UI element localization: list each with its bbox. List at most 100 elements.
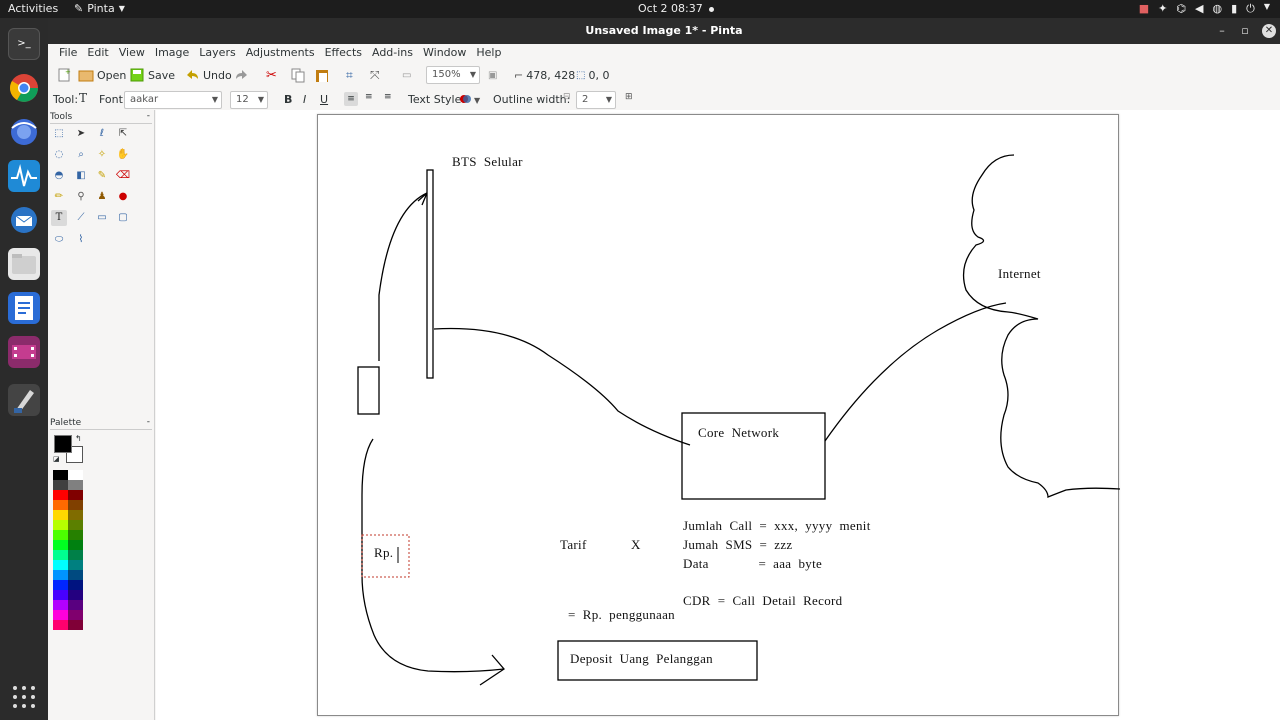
palette-swatch[interactable] bbox=[53, 500, 68, 510]
text-style-select[interactable]: ▼ bbox=[459, 93, 483, 108]
palette-swatch[interactable] bbox=[53, 480, 68, 490]
swap-colors-icon[interactable]: ↰ bbox=[75, 434, 82, 443]
pan-icon[interactable]: ✋ bbox=[115, 147, 131, 163]
palette-swatch[interactable] bbox=[53, 560, 68, 570]
underline-button[interactable]: U bbox=[320, 93, 328, 106]
show-applications-icon[interactable] bbox=[13, 686, 35, 708]
minimize-panel-icon[interactable]: - bbox=[147, 111, 150, 121]
rectangle-icon[interactable]: ▭ bbox=[94, 210, 110, 226]
menu-file[interactable]: File bbox=[54, 44, 82, 62]
palette-swatch[interactable] bbox=[68, 580, 83, 590]
new-button[interactable]: + bbox=[56, 67, 72, 83]
eraser-icon[interactable]: ⌫ bbox=[115, 168, 131, 184]
palette-swatch[interactable] bbox=[68, 620, 83, 630]
palette-swatch[interactable] bbox=[53, 540, 68, 550]
paint-bucket-icon[interactable]: ◓ bbox=[51, 168, 67, 184]
palette-swatch[interactable] bbox=[53, 530, 68, 540]
palette-swatch[interactable] bbox=[68, 470, 83, 480]
menu-effects[interactable]: Effects bbox=[320, 44, 367, 62]
freeform-shape-icon[interactable]: ⌇ bbox=[73, 232, 89, 248]
palette-swatch[interactable] bbox=[68, 560, 83, 570]
menu-image[interactable]: Image bbox=[150, 44, 194, 62]
paintbrush-icon[interactable]: ✎ bbox=[94, 168, 110, 184]
palette-swatch[interactable] bbox=[68, 490, 83, 500]
rectangle-select-icon[interactable]: ⬚ bbox=[51, 126, 67, 142]
palette-swatch[interactable] bbox=[53, 590, 68, 600]
thunderbird-icon[interactable] bbox=[8, 204, 40, 236]
open-button[interactable]: Open bbox=[78, 67, 126, 83]
zoom-in-button[interactable]: ▣ bbox=[488, 70, 497, 81]
align-left-icon[interactable]: ≡ bbox=[344, 92, 358, 106]
italic-button[interactable]: I bbox=[303, 93, 306, 106]
zoom-icon[interactable]: ⌕ bbox=[73, 147, 89, 163]
palette-swatch[interactable] bbox=[53, 600, 68, 610]
palette-swatch[interactable] bbox=[53, 510, 68, 520]
font-select[interactable]: aakar ▼ bbox=[124, 91, 222, 109]
terminal-icon[interactable]: >_ bbox=[8, 28, 40, 60]
video-editor-icon[interactable] bbox=[8, 336, 40, 368]
clock[interactable]: Oct 2 08:37 bbox=[638, 2, 714, 15]
clone-stamp-icon[interactable]: ♟ bbox=[94, 189, 110, 205]
palette-swatch[interactable] bbox=[68, 500, 83, 510]
zoom-out-button[interactable]: ▭ bbox=[402, 70, 411, 81]
app-menu[interactable]: ✎ Pinta ▼ bbox=[74, 2, 125, 15]
crop-button[interactable]: ⌗ bbox=[346, 68, 353, 83]
recolor-icon[interactable]: ● bbox=[115, 189, 131, 205]
palette-swatch[interactable] bbox=[68, 540, 83, 550]
menu-add-ins[interactable]: Add-ins bbox=[367, 44, 418, 62]
palette-swatch[interactable] bbox=[68, 530, 83, 540]
gradient-icon[interactable]: ◧ bbox=[73, 168, 89, 184]
magic-wand-icon[interactable]: ✧ bbox=[94, 147, 110, 163]
move-selection-icon[interactable]: ⇱ bbox=[115, 126, 131, 142]
palette-swatch[interactable] bbox=[68, 600, 83, 610]
align-center-icon[interactable]: ≡ bbox=[365, 92, 373, 102]
save-button[interactable]: Save bbox=[129, 67, 175, 83]
writer-icon[interactable] bbox=[8, 292, 40, 324]
menu-help[interactable]: Help bbox=[471, 44, 506, 62]
palette-swatch[interactable] bbox=[68, 550, 83, 560]
zoom-select[interactable]: 150% ▼ bbox=[426, 66, 480, 84]
palette-swatch[interactable] bbox=[53, 470, 68, 480]
maximize-icon[interactable]: ▫ bbox=[1236, 22, 1254, 40]
cut-button[interactable]: ✂ bbox=[266, 68, 277, 83]
lasso-select-icon[interactable]: ℓ bbox=[94, 126, 110, 142]
browser-icon[interactable] bbox=[8, 116, 40, 148]
palette-swatch[interactable] bbox=[53, 570, 68, 580]
system-monitor-icon[interactable] bbox=[8, 160, 40, 192]
palette-swatch[interactable] bbox=[53, 610, 68, 620]
palette-swatch[interactable] bbox=[68, 520, 83, 530]
copy-button[interactable] bbox=[290, 67, 306, 83]
pinta-icon[interactable] bbox=[8, 384, 40, 416]
palette-swatch[interactable] bbox=[53, 490, 68, 500]
palette-swatch[interactable] bbox=[68, 570, 83, 580]
activities-button[interactable]: Activities bbox=[8, 2, 58, 15]
line-curve-icon[interactable]: ⟋ bbox=[73, 210, 89, 226]
undo-button[interactable]: Undo bbox=[184, 67, 232, 83]
chrome-icon[interactable] bbox=[8, 72, 40, 104]
menu-view[interactable]: View bbox=[114, 44, 150, 62]
palette-swatch[interactable] bbox=[68, 610, 83, 620]
menu-layers[interactable]: Layers bbox=[194, 44, 240, 62]
menu-edit[interactable]: Edit bbox=[82, 44, 113, 62]
text-tool-icon[interactable]: T bbox=[51, 210, 67, 226]
ellipse-select-icon[interactable]: ◌ bbox=[51, 147, 67, 163]
files-icon[interactable] bbox=[8, 248, 40, 280]
bold-button[interactable]: B bbox=[284, 93, 292, 106]
color-picker-icon[interactable]: ⚲ bbox=[73, 189, 89, 205]
close-icon[interactable]: ✕ bbox=[1262, 24, 1276, 38]
palette-swatch[interactable] bbox=[68, 590, 83, 600]
primary-color[interactable] bbox=[54, 435, 72, 453]
rounded-rectangle-icon[interactable]: ▢ bbox=[115, 210, 131, 226]
palette-swatch[interactable] bbox=[53, 620, 68, 630]
palette-swatch[interactable] bbox=[53, 520, 68, 530]
palette-swatch[interactable] bbox=[53, 550, 68, 560]
minimize-icon[interactable]: – bbox=[1213, 22, 1231, 40]
font-size-select[interactable]: 12 ▼ bbox=[230, 91, 268, 109]
move-selected-icon[interactable]: ➤ bbox=[73, 126, 89, 142]
reset-colors-icon[interactable]: ◪ bbox=[53, 455, 60, 463]
outline-increase-icon[interactable]: ⊞ bbox=[625, 92, 633, 102]
menu-window[interactable]: Window bbox=[418, 44, 471, 62]
palette-swatch[interactable] bbox=[53, 580, 68, 590]
image-canvas[interactable]: BTS Selular Internet Core Network Rp. Ta… bbox=[317, 114, 1120, 716]
redo-button[interactable] bbox=[234, 67, 250, 83]
